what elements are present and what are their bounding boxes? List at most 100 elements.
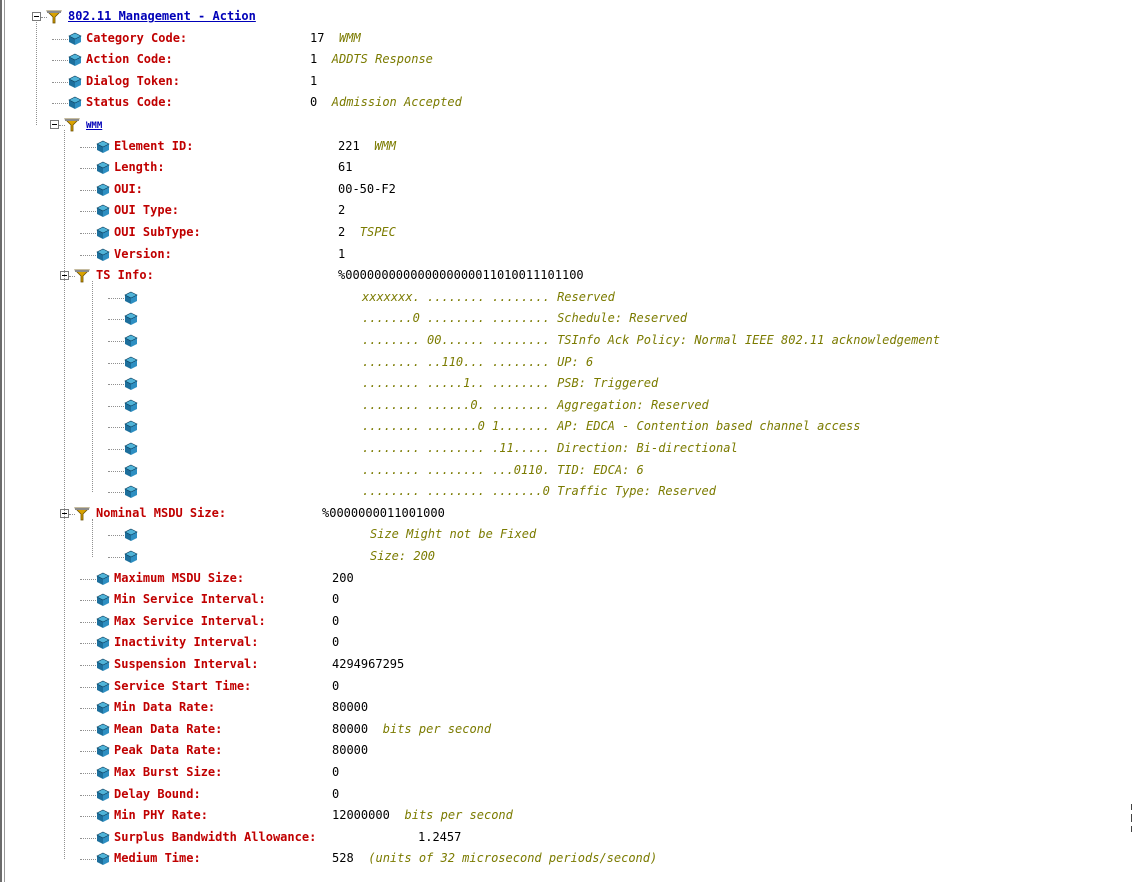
tree-connector <box>80 773 96 774</box>
field-name[interactable]: TS Info: <box>96 268 154 283</box>
field-name[interactable]: Action Code: <box>86 52 173 67</box>
field-name[interactable]: OUI: <box>114 182 143 197</box>
field-cube-icon <box>96 248 110 262</box>
field-name[interactable]: Nominal MSDU Size: <box>96 506 226 521</box>
field-name[interactable]: Service Start Time: <box>114 679 251 694</box>
field-name[interactable]: Max Burst Size: <box>114 765 222 780</box>
field-name[interactable]: Maximum MSDU Size: <box>114 571 244 586</box>
tree-branch-line <box>92 281 93 493</box>
field-cube-icon <box>68 32 82 46</box>
field-value: 80000 <box>332 743 369 758</box>
tree-connector <box>80 859 96 861</box>
section-header-label[interactable]: 802.11 Management - Action <box>68 9 256 24</box>
field-name[interactable]: Suspension Interval: <box>114 657 259 672</box>
tree-field-row: Max Service Interval: 0 <box>0 611 1137 633</box>
section-header-label[interactable]: WMM <box>86 119 102 134</box>
tree-branch-line <box>92 518 93 557</box>
field-name[interactable]: Surplus Bandwidth Allowance: <box>114 830 316 845</box>
tree-connector <box>80 751 96 753</box>
field-value: 0 <box>332 635 340 650</box>
tree-connector <box>52 38 68 40</box>
field-cube-icon <box>96 636 110 650</box>
tree-field-row: Delay Bound: 0 <box>0 784 1137 806</box>
header-filter-icon <box>74 268 90 283</box>
tree-field-row: Action Code: 1 ADDTS Response <box>0 49 1137 71</box>
tree-connector <box>80 254 96 256</box>
field-cube-icon <box>68 96 82 110</box>
tree-field-row: Suspension Interval: 4294967295 <box>0 654 1137 676</box>
tree-connector <box>108 362 124 364</box>
field-value: 00-50-F2 <box>338 181 396 196</box>
tree-connector <box>108 427 124 429</box>
field-value: 1.2457 <box>418 829 462 844</box>
field-name[interactable]: OUI SubType: <box>114 225 201 240</box>
field-value: 1 <box>338 246 346 261</box>
bit-field-line: xxxxxxx. ........ ........ Reserved <box>362 289 615 304</box>
tree-connector <box>80 233 96 234</box>
field-name[interactable]: Status Code: <box>86 95 173 110</box>
field-name[interactable]: Min Service Interval: <box>114 592 266 607</box>
field-name[interactable]: Min Data Rate: <box>114 700 215 715</box>
bit-field-line: ........ ........ .11..... Direction: Bi… <box>362 441 738 455</box>
field-cube-icon <box>96 204 110 218</box>
field-cube-icon <box>96 852 110 866</box>
tree-node-row: Nominal MSDU Size: %0000000011001000 <box>0 503 1137 525</box>
field-name[interactable]: Inactivity Interval: <box>114 635 259 650</box>
tree-connector <box>80 211 96 213</box>
field-cube-icon <box>96 766 110 780</box>
bit-field-line: Size Might not be Fixed <box>370 527 537 542</box>
field-name[interactable]: Delay Bound: <box>114 787 201 802</box>
tree-connector <box>80 146 96 148</box>
field-name[interactable]: Dialog Token: <box>86 74 180 89</box>
tree-field-row: Max Burst Size: 0 <box>0 762 1137 784</box>
field-name[interactable]: Min PHY Rate: <box>114 808 208 823</box>
tree-field-row: ........ ........ ...0110. TID: EDCA: 6 <box>0 460 1137 482</box>
tree-field-row: Dialog Token: 1 <box>0 71 1137 93</box>
field-cube-icon <box>124 464 138 478</box>
field-value: 0 <box>332 678 340 693</box>
header-filter-icon <box>74 506 90 521</box>
field-description: WMM <box>374 138 396 153</box>
bit-field-line: ........ 00...... ........ TSInfo Ack Po… <box>362 333 940 347</box>
tree-connector <box>108 470 124 472</box>
field-name[interactable]: Medium Time: <box>114 851 201 866</box>
field-name[interactable]: Peak Data Rate: <box>114 743 222 758</box>
field-name[interactable]: OUI Type: <box>114 203 179 218</box>
field-value: 1 <box>310 73 318 88</box>
tree-connector <box>80 837 96 839</box>
field-name[interactable]: Mean Data Rate: <box>114 722 222 737</box>
tree-field-row: OUI: 00-50-F2 <box>0 179 1137 201</box>
decode-tree: 802.11 Management - Action Category Code:… <box>0 0 1137 882</box>
field-name[interactable]: Element ID: <box>114 139 193 154</box>
tree-field-row: Version: 1 <box>0 244 1137 266</box>
tree-field-row: Min PHY Rate: 12000000 bits per second <box>0 805 1137 827</box>
field-description: bits per second <box>382 721 492 736</box>
collapse-toggle[interactable] <box>32 12 41 21</box>
tree-field-row: Min Data Rate: 80000 <box>0 697 1137 719</box>
field-value: %0000000011001000 <box>322 505 445 520</box>
field-cube-icon <box>124 291 138 305</box>
field-name[interactable]: Category Code: <box>86 31 187 46</box>
tree-connector <box>80 621 96 623</box>
tree-connector <box>108 297 124 299</box>
tree-connector <box>108 319 124 321</box>
field-name[interactable]: Version: <box>114 247 172 262</box>
tree-connector <box>80 578 96 580</box>
tree-field-row: OUI SubType: 2 TSPEC <box>0 222 1137 244</box>
field-value: 0 <box>332 786 340 801</box>
tree-connector <box>80 643 96 645</box>
field-name[interactable]: Length: <box>114 160 165 175</box>
field-cube-icon <box>96 593 110 607</box>
header-filter-icon <box>64 117 80 132</box>
field-name[interactable]: Max Service Interval: <box>114 614 266 629</box>
field-value: 80000 <box>332 721 369 736</box>
tree-connector <box>52 60 68 62</box>
tree-connector <box>108 492 124 494</box>
tree-node-row: TS Info: %0000000000000000000110100111011… <box>0 265 1137 287</box>
collapse-toggle[interactable] <box>50 120 59 129</box>
field-value: 0 <box>332 613 340 628</box>
field-value: 80000 <box>332 700 369 715</box>
tree-field-row: ........ 00...... ........ TSInfo Ack Po… <box>0 330 1137 352</box>
field-value: 0 <box>310 95 318 110</box>
tree-field-row: xxxxxxx. ........ ........ Reserved <box>0 287 1137 309</box>
